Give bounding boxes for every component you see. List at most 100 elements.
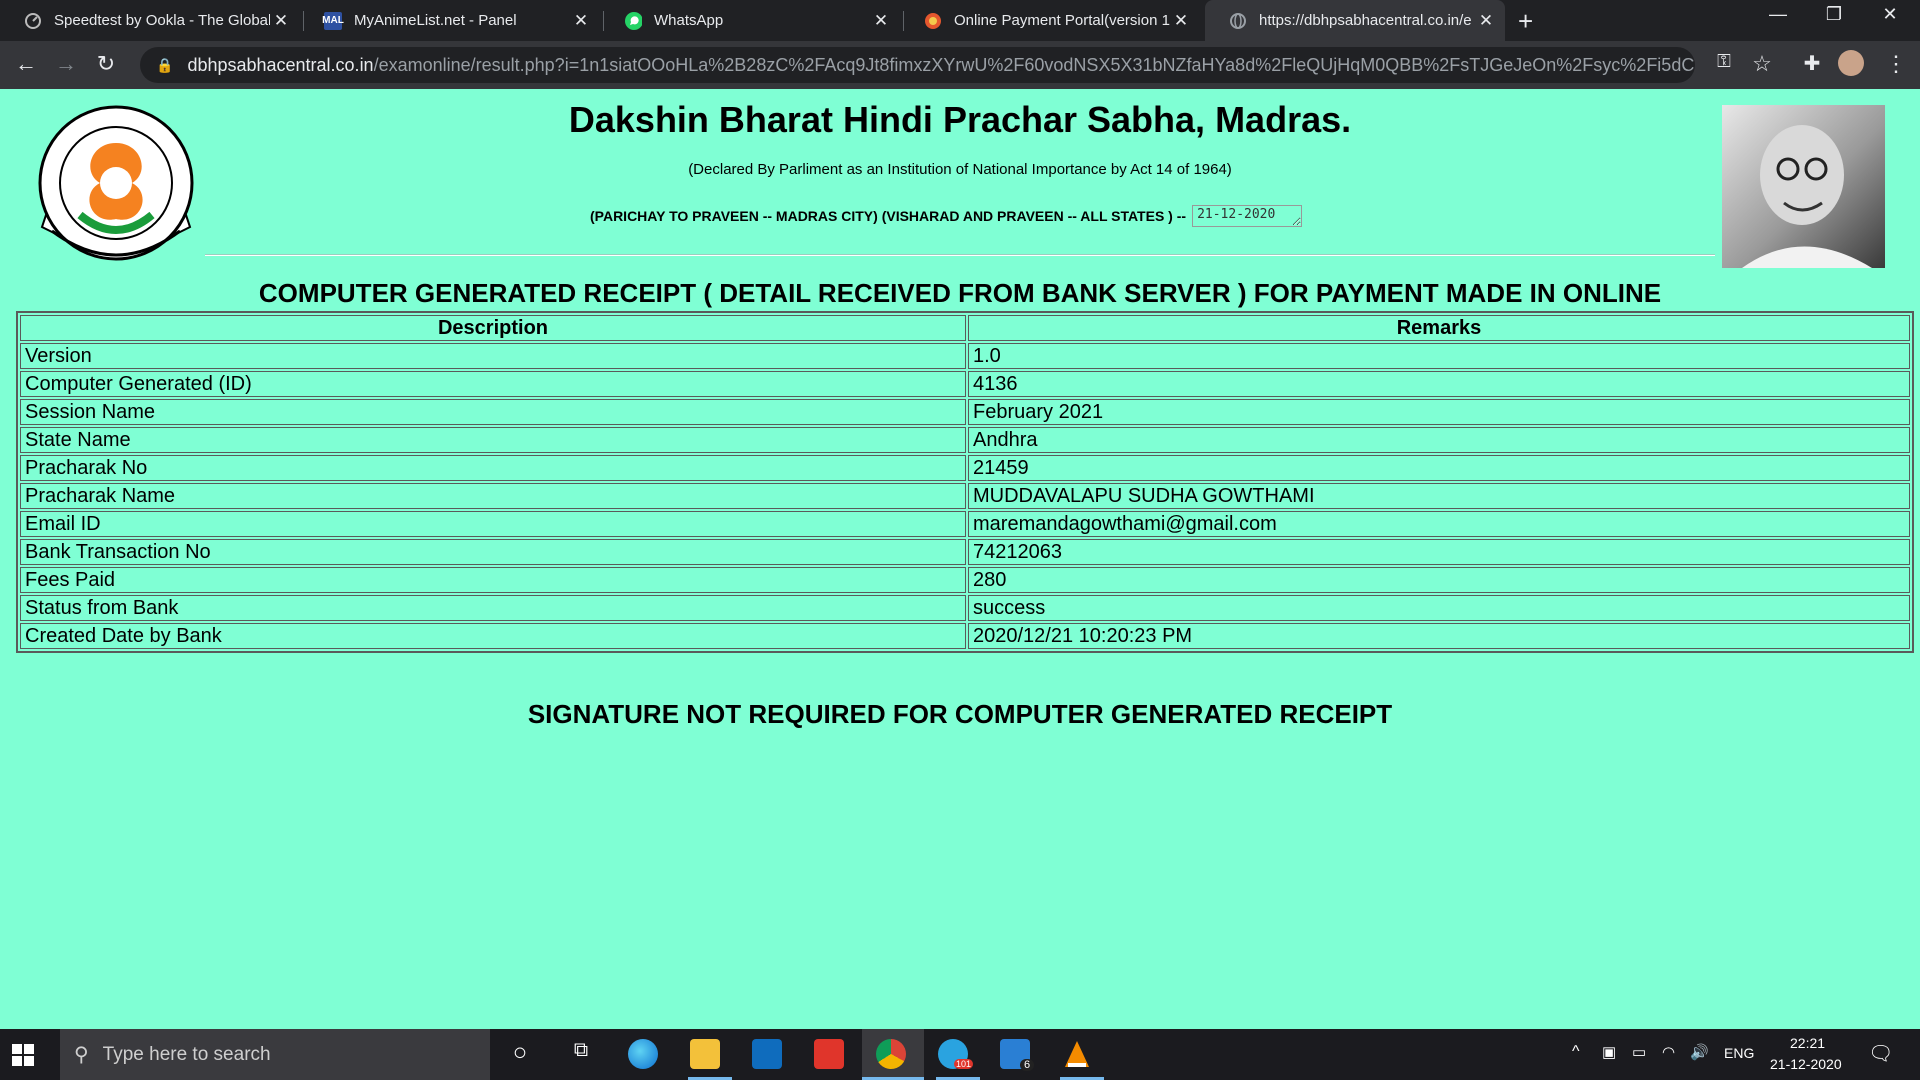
cortana-icon[interactable]: ○ — [505, 1039, 535, 1069]
wifi-icon[interactable]: ◠ — [1662, 1043, 1675, 1061]
speedtest-icon — [24, 12, 42, 30]
column-header-remarks: Remarks — [968, 315, 1910, 341]
tab-title: WhatsApp — [654, 12, 724, 29]
chrome-icon[interactable] — [876, 1039, 906, 1069]
tab-close-icon[interactable]: ✕ — [870, 11, 892, 31]
row-remark: 4136 — [968, 371, 1910, 397]
battery-icon[interactable]: ▭ — [1632, 1043, 1646, 1061]
row-description: Session Name — [20, 399, 966, 425]
tab-close-icon[interactable]: ✕ — [1475, 11, 1497, 31]
menu-kebab-icon[interactable]: ⋮ — [1882, 51, 1910, 77]
edge-icon[interactable] — [628, 1039, 658, 1069]
lock-icon: 🔒 — [156, 56, 174, 73]
table-row: Email ID maremandagowthami@gmail.com — [20, 511, 1910, 537]
file-explorer-icon[interactable] — [690, 1039, 720, 1069]
restore-icon[interactable]: ❐ — [1806, 4, 1862, 25]
row-description: Status from Bank — [20, 595, 966, 621]
receipt-title: COMPUTER GENERATED RECEIPT ( DETAIL RECE… — [258, 278, 1662, 308]
row-description: Computer Generated (ID) — [20, 371, 966, 397]
whatsapp-icon — [624, 11, 642, 30]
receipt-table: Description Remarks Version 1.0 Computer … — [16, 311, 1914, 653]
vlc-icon[interactable] — [1062, 1039, 1092, 1069]
tab-myanimelist[interactable]: MAL MyAnimeList.net - Panel ✕ — [300, 0, 600, 41]
row-remark: 74212063 — [968, 539, 1910, 565]
table-row: Status from Bank success — [20, 595, 1910, 621]
url-host: dbhpsabhacentral.co.in — [187, 54, 374, 75]
table-row: Pracharak No 21459 — [20, 455, 1910, 481]
page-title: Dakshin Bharat Hindi Prachar Sabha, Madr… — [568, 99, 1352, 140]
row-remark: February 2021 — [968, 399, 1910, 425]
mal-icon: MAL — [322, 11, 344, 30]
clock-time[interactable]: 22:21 — [1790, 1035, 1825, 1051]
minimize-icon[interactable]: — — [1750, 4, 1806, 25]
telegram-badge: 101 — [954, 1059, 974, 1069]
url-path: /examonline/result.php?i=1n1siatOOoHLa%2… — [373, 54, 1695, 75]
row-description: State Name — [20, 427, 966, 453]
windows-start-icon[interactable] — [12, 1044, 34, 1066]
exam-session-label: (PARICHAY TO PRAVEEN -- MADRAS CITY) (VI… — [590, 208, 1187, 224]
row-remark: 280 — [968, 567, 1910, 593]
tab-title: Speedtest by Ookla - The Global — [54, 12, 270, 29]
forward-arrow-icon[interactable]: → — [52, 51, 80, 77]
back-arrow-icon[interactable]: ← — [12, 51, 40, 77]
volume-icon[interactable]: 🔊 — [1690, 1043, 1709, 1061]
portal-icon — [924, 12, 942, 30]
row-description: Pracharak Name — [20, 483, 966, 509]
table-row: Computer Generated (ID) 4136 — [20, 371, 1910, 397]
new-tab-button[interactable]: + — [1518, 6, 1533, 37]
tab-payment-portal[interactable]: Online Payment Portal(version 1. ✕ — [900, 0, 1200, 41]
tab-title: MyAnimeList.net - Panel — [354, 12, 517, 29]
tab-whatsapp[interactable]: WhatsApp ✕ — [600, 0, 900, 41]
table-header-row: Description Remarks — [20, 315, 1910, 341]
row-description: Bank Transaction No — [20, 539, 966, 565]
row-remark: Andhra — [968, 427, 1910, 453]
tray-display-icon[interactable]: ▣ — [1602, 1043, 1616, 1061]
row-remark: 21459 — [968, 455, 1910, 481]
gandhi-portrait — [1722, 105, 1885, 268]
row-remark: 2020/12/21 10:20:23 PM — [968, 623, 1910, 649]
anydesk-icon[interactable] — [814, 1039, 844, 1069]
files-badge: 6 — [1020, 1059, 1035, 1071]
table-row: Version 1.0 — [20, 343, 1910, 369]
row-description: Email ID — [20, 511, 966, 537]
row-remark: MUDDAVALAPU SUDHA GOWTHAMI — [968, 483, 1910, 509]
table-row: Pracharak Name MUDDAVALAPU SUDHA GOWTHAMI — [20, 483, 1910, 509]
exam-date-field[interactable]: 21-12-2020 — [1192, 205, 1303, 227]
table-row: Created Date by Bank 2020/12/21 10:20:23 … — [20, 623, 1910, 649]
task-view-icon[interactable]: ⧉ — [566, 1039, 596, 1069]
taskbar-search-box[interactable]: ⚲ Type here to search — [60, 1029, 490, 1080]
browser-tab-strip: Speedtest by Ookla - The Global ✕ MAL My… — [0, 0, 1920, 41]
column-header-description: Description — [20, 315, 966, 341]
row-description: Version — [20, 343, 966, 369]
bookmark-star-icon[interactable]: ☆ — [1748, 51, 1776, 77]
key-icon[interactable]: ⚿ — [1710, 51, 1738, 72]
mail-icon[interactable] — [752, 1039, 782, 1069]
tab-close-icon[interactable]: ✕ — [570, 11, 592, 31]
table-row: Fees Paid 280 — [20, 567, 1910, 593]
search-placeholder: Type here to search — [102, 1043, 271, 1065]
close-window-icon[interactable]: ✕ — [1862, 4, 1918, 25]
table-row: Session Name February 2021 — [20, 399, 1910, 425]
row-description: Fees Paid — [20, 567, 966, 593]
extensions-puzzle-icon[interactable]: ✚ — [1798, 51, 1826, 76]
row-remark: success — [968, 595, 1910, 621]
tab-active-receipt[interactable]: https://dbhpsabhacentral.co.in/e ✕ — [1205, 0, 1505, 41]
reload-icon[interactable]: ↻ — [92, 51, 120, 77]
browser-toolbar: ← → ↻ 🔒 dbhpsabhacentral.co.in /examonli… — [0, 41, 1920, 89]
tab-close-icon[interactable]: ✕ — [1170, 11, 1192, 31]
language-indicator[interactable]: ENG — [1724, 1045, 1754, 1061]
table-row: Bank Transaction No 74212063 — [20, 539, 1910, 565]
exam-session-line: (PARICHAY TO PRAVEEN -- MADRAS CITY) (VI… — [590, 205, 1303, 227]
globe-icon — [1229, 12, 1247, 30]
notifications-icon[interactable]: 🗨 — [1868, 1041, 1893, 1066]
clock-date[interactable]: 21-12-2020 — [1770, 1056, 1842, 1072]
signature-note: SIGNATURE NOT REQUIRED FOR COMPUTER GENE… — [527, 699, 1393, 729]
tab-speedtest[interactable]: Speedtest by Ookla - The Global ✕ — [0, 0, 300, 41]
tab-close-icon[interactable]: ✕ — [270, 11, 292, 31]
profile-avatar[interactable] — [1838, 50, 1866, 76]
page-subtitle: (Declared By Parliment as an Institution… — [688, 161, 1232, 178]
row-remark: maremandagowthami@gmail.com — [968, 511, 1910, 537]
tray-chevron-up-icon[interactable]: ^ — [1572, 1043, 1580, 1061]
address-bar[interactable]: 🔒 dbhpsabhacentral.co.in /examonline/res… — [140, 47, 1695, 83]
search-icon: ⚲ — [74, 1044, 89, 1066]
